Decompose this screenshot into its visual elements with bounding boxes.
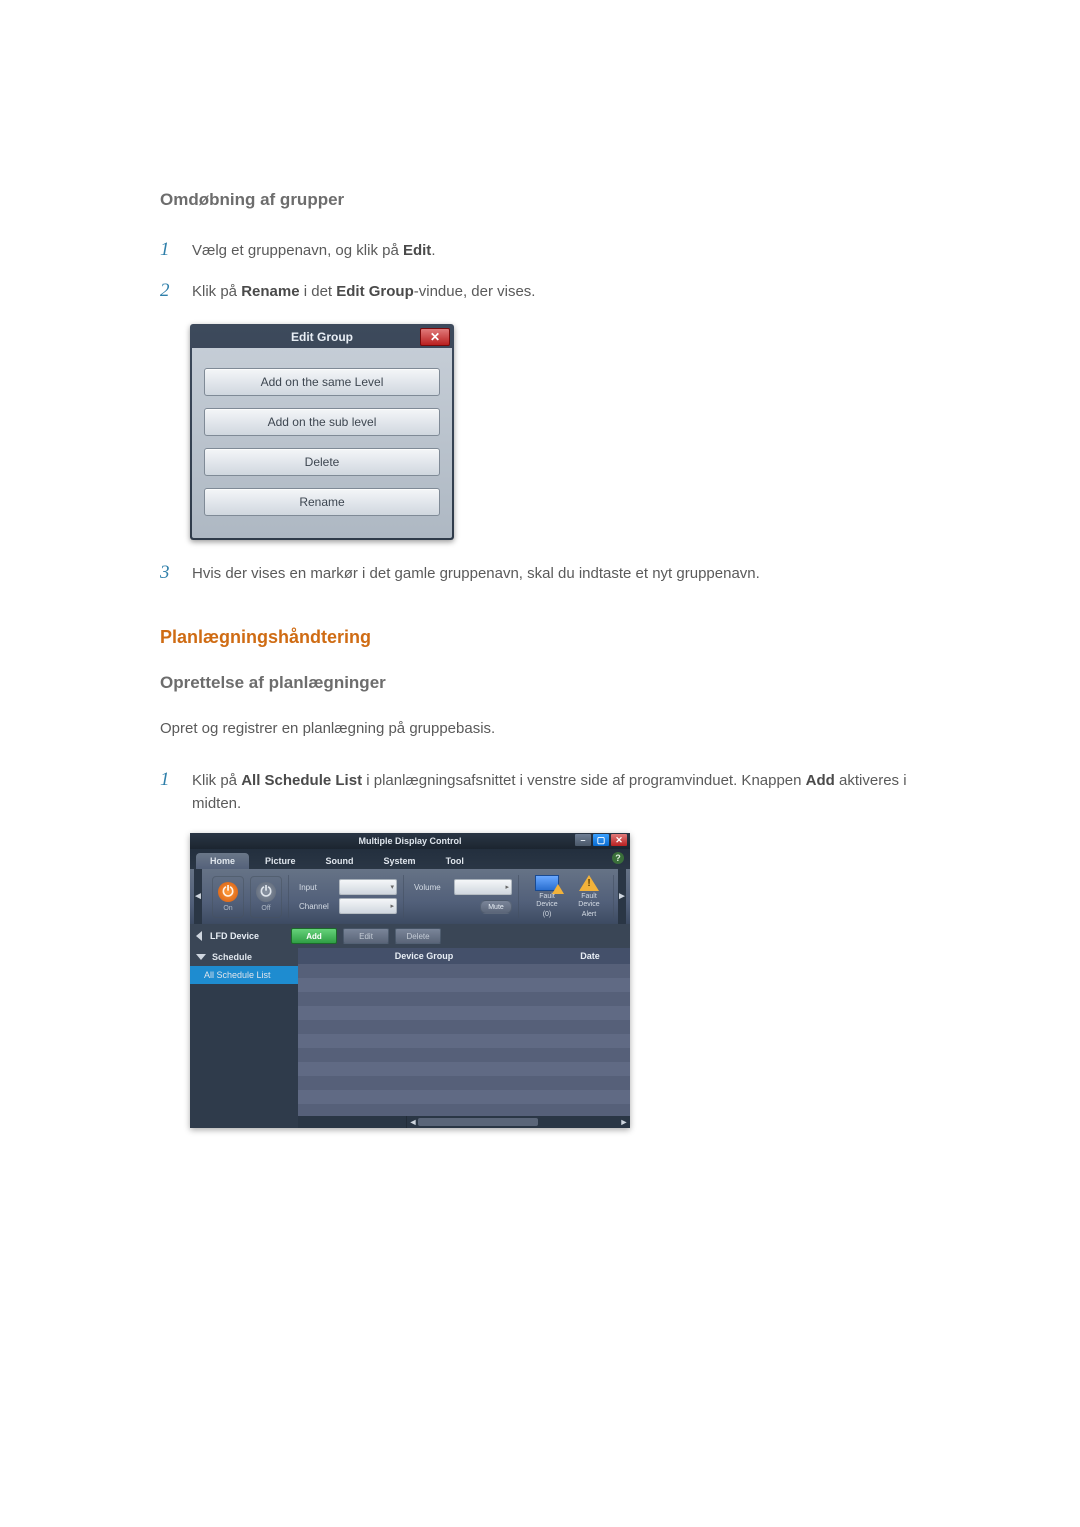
rename-groups-heading: Omdøbning af grupper — [160, 190, 920, 210]
ribbon-scroll-right[interactable]: ► — [618, 869, 626, 924]
table-row[interactable] — [298, 992, 630, 1006]
create-schedules-paragraph: Opret og registrer en planlægning på gru… — [160, 718, 920, 741]
help-button[interactable]: ? — [612, 852, 624, 864]
sidebar-schedule-header[interactable]: Schedule — [190, 948, 298, 966]
power-off-icon: ⏻ — [256, 882, 276, 902]
horizontal-scrollbar[interactable]: ◄ ► — [298, 1116, 630, 1128]
power-off-button[interactable]: ⏻ Off — [250, 876, 282, 918]
step-number-3: 3 — [160, 558, 174, 587]
edit-button[interactable]: Edit — [343, 928, 389, 944]
sidebar-item-all-schedule-list[interactable]: All Schedule List — [190, 966, 298, 984]
mdc-main-panel: Device Group Date — [298, 948, 630, 1128]
step-2-text: Klik på Rename i det Edit Group-vindue, … — [192, 280, 535, 303]
delete-button-toolbar[interactable]: Delete — [395, 928, 441, 944]
step-number-4: 1 — [160, 765, 174, 794]
volume-spinner[interactable]: ▸ — [454, 879, 512, 895]
window-minimize-button[interactable]: – — [575, 834, 591, 846]
expand-icon[interactable] — [196, 931, 202, 941]
monitor-warning-icon — [535, 875, 559, 891]
dialog-titlebar: Edit Group ✕ — [192, 326, 452, 348]
column-device-group[interactable]: Device Group — [298, 948, 550, 964]
table-row[interactable] — [298, 1034, 630, 1048]
mdc-sidebar: Schedule All Schedule List — [190, 948, 298, 1128]
table-row[interactable] — [298, 1020, 630, 1034]
add-sub-level-button[interactable]: Add on the sub level — [204, 408, 440, 436]
table-row[interactable] — [298, 1048, 630, 1062]
tab-sound[interactable]: Sound — [312, 853, 368, 869]
scroll-thumb[interactable] — [418, 1118, 538, 1126]
mdc-titlebar: Multiple Display Control – ▢ ✕ — [190, 833, 630, 849]
table-row[interactable] — [298, 978, 630, 992]
scroll-right-arrow[interactable]: ► — [618, 1116, 630, 1128]
rename-button[interactable]: Rename — [204, 488, 440, 516]
schedule-management-heading: Planlægningshåndtering — [160, 627, 920, 648]
spinner-icon: ▸ — [386, 902, 394, 910]
mute-button[interactable]: Mute — [480, 900, 512, 914]
mdc-tabs: Home Picture Sound System Tool ? — [190, 849, 630, 869]
table-row[interactable] — [298, 1090, 630, 1104]
step-4-text: Klik på All Schedule List i planlægnings… — [192, 769, 920, 816]
ribbon-scroll-left[interactable]: ◄ — [194, 869, 202, 924]
spinner-icon: ▸ — [501, 883, 509, 891]
table-row[interactable] — [298, 1076, 630, 1090]
input-label: Input — [299, 883, 335, 892]
dialog-title: Edit Group — [291, 330, 353, 344]
channel-label: Channel — [299, 902, 335, 911]
chevron-down-icon: ▾ — [386, 883, 394, 891]
window-maximize-button[interactable]: ▢ — [593, 834, 609, 846]
step-3-text: Hvis der vises en markør i det gamle gru… — [192, 562, 760, 585]
table-row[interactable] — [298, 964, 630, 978]
dialog-close-button[interactable]: ✕ — [420, 328, 450, 346]
power-on-icon: ⏻ — [218, 882, 238, 902]
table-row[interactable] — [298, 1104, 630, 1116]
fault-device-alert[interactable]: ! Fault Device Alert — [571, 875, 607, 918]
power-on-button[interactable]: ⏻ On — [212, 876, 244, 918]
step-number-1: 1 — [160, 235, 174, 264]
add-button[interactable]: Add — [291, 928, 337, 944]
warning-triangle-icon: ! — [579, 875, 599, 891]
create-schedules-heading: Oprettelse af planlægninger — [160, 673, 920, 693]
mdc-window: Multiple Display Control – ▢ ✕ Home Pict… — [190, 833, 630, 1128]
lfd-device-label: LFD Device — [210, 931, 259, 941]
delete-button[interactable]: Delete — [204, 448, 440, 476]
column-date[interactable]: Date — [550, 948, 630, 964]
input-select[interactable]: ▾ — [339, 879, 397, 895]
table-row[interactable] — [298, 1006, 630, 1020]
step-number-2: 2 — [160, 276, 174, 305]
fault-device-count[interactable]: Fault Device (0) — [529, 875, 565, 918]
tab-picture[interactable]: Picture — [251, 853, 310, 869]
window-close-button[interactable]: ✕ — [611, 834, 627, 846]
channel-spinner[interactable]: ▸ — [339, 898, 397, 914]
mdc-ribbon: ◄ ⏻ On ⏻ Off Input ▾ — [190, 869, 630, 924]
lfd-bar: LFD Device Add Edit Delete — [190, 924, 630, 948]
table-row[interactable] — [298, 1062, 630, 1076]
step-1-text: Vælg et gruppenavn, og klik på Edit. — [192, 239, 435, 262]
chevron-down-icon — [196, 954, 206, 960]
volume-label: Volume — [414, 883, 450, 892]
mdc-title: Multiple Display Control — [358, 836, 461, 846]
tab-tool[interactable]: Tool — [432, 853, 478, 869]
schedule-rows — [298, 964, 630, 1116]
add-same-level-button[interactable]: Add on the same Level — [204, 368, 440, 396]
edit-group-dialog: Edit Group ✕ Add on the same Level Add o… — [190, 324, 454, 540]
tab-home[interactable]: Home — [196, 853, 249, 869]
tab-system[interactable]: System — [370, 853, 430, 869]
